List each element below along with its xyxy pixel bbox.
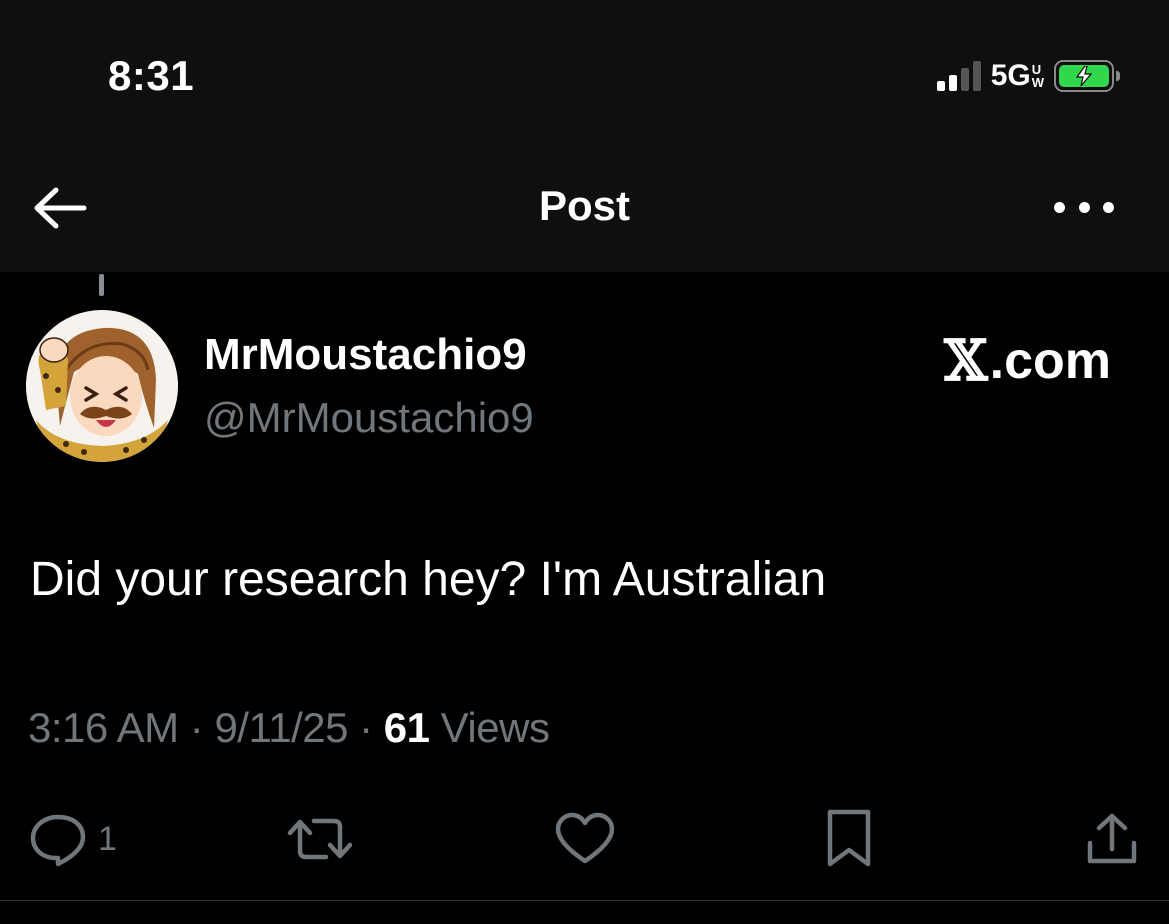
views-count[interactable]: 61 (384, 704, 430, 751)
bookmark-button[interactable] (824, 806, 874, 872)
views-label[interactable]: Views (430, 704, 550, 751)
heart-icon (555, 812, 615, 864)
network-suffix: U W (1032, 63, 1044, 89)
post-date: 9/11/25 (214, 704, 348, 751)
source-domain: .com (989, 332, 1111, 390)
signal-icon (936, 61, 981, 91)
battery-nub (1116, 71, 1120, 81)
avatar-illustration (26, 310, 178, 462)
status-indicators: 5G U W (936, 56, 1120, 96)
post-actions: 1 (0, 806, 1169, 872)
battery-fill (1059, 65, 1109, 87)
like-button[interactable] (554, 806, 616, 872)
post-screen: 8:31 5G U W Post MrMoustachio9 @MrMousta… (0, 0, 1169, 924)
author-display-name[interactable]: MrMoustachio9 (204, 330, 527, 380)
more-dot (1103, 201, 1114, 213)
reply-icon (30, 814, 86, 867)
network-suffix-bottom: W (1031, 75, 1044, 90)
share-icon (1087, 813, 1137, 864)
network-indicator: 5G U W (991, 59, 1044, 93)
page-title: Post (538, 182, 630, 229)
post-text: Did your research hey? I'm Australian (30, 553, 827, 606)
status-time: 8:31 (108, 52, 195, 99)
avatar[interactable] (26, 310, 178, 462)
thread-connector-line (99, 274, 104, 296)
meta-separator: · (178, 704, 215, 751)
x-logo-icon: 𝕏 (944, 328, 988, 394)
post-time: 3:16 AM (28, 704, 179, 751)
share-button[interactable] (1084, 806, 1140, 872)
more-dot (1078, 201, 1090, 213)
bookmark-icon (827, 809, 871, 867)
meta-separator: · (347, 704, 384, 751)
more-options-button[interactable] (1054, 196, 1114, 218)
network-type: 5G (990, 59, 1031, 92)
repost-button[interactable] (286, 806, 354, 872)
reply-button[interactable]: 1 (28, 806, 117, 872)
post-meta: 3:16 AM · 9/11/25 · 61 Views (28, 704, 550, 752)
battery-icon (1054, 60, 1120, 92)
x-com-watermark: 𝕏 .com (944, 328, 1111, 394)
repost-icon (287, 818, 353, 860)
author-handle[interactable]: @MrMoustachio9 (204, 394, 534, 442)
more-dots-icon (1054, 201, 1065, 213)
charging-bolt-icon (1076, 66, 1092, 86)
reply-count: 1 (98, 819, 117, 858)
divider (0, 900, 1169, 901)
top-bar: 8:31 5G U W Post (0, 0, 1169, 272)
